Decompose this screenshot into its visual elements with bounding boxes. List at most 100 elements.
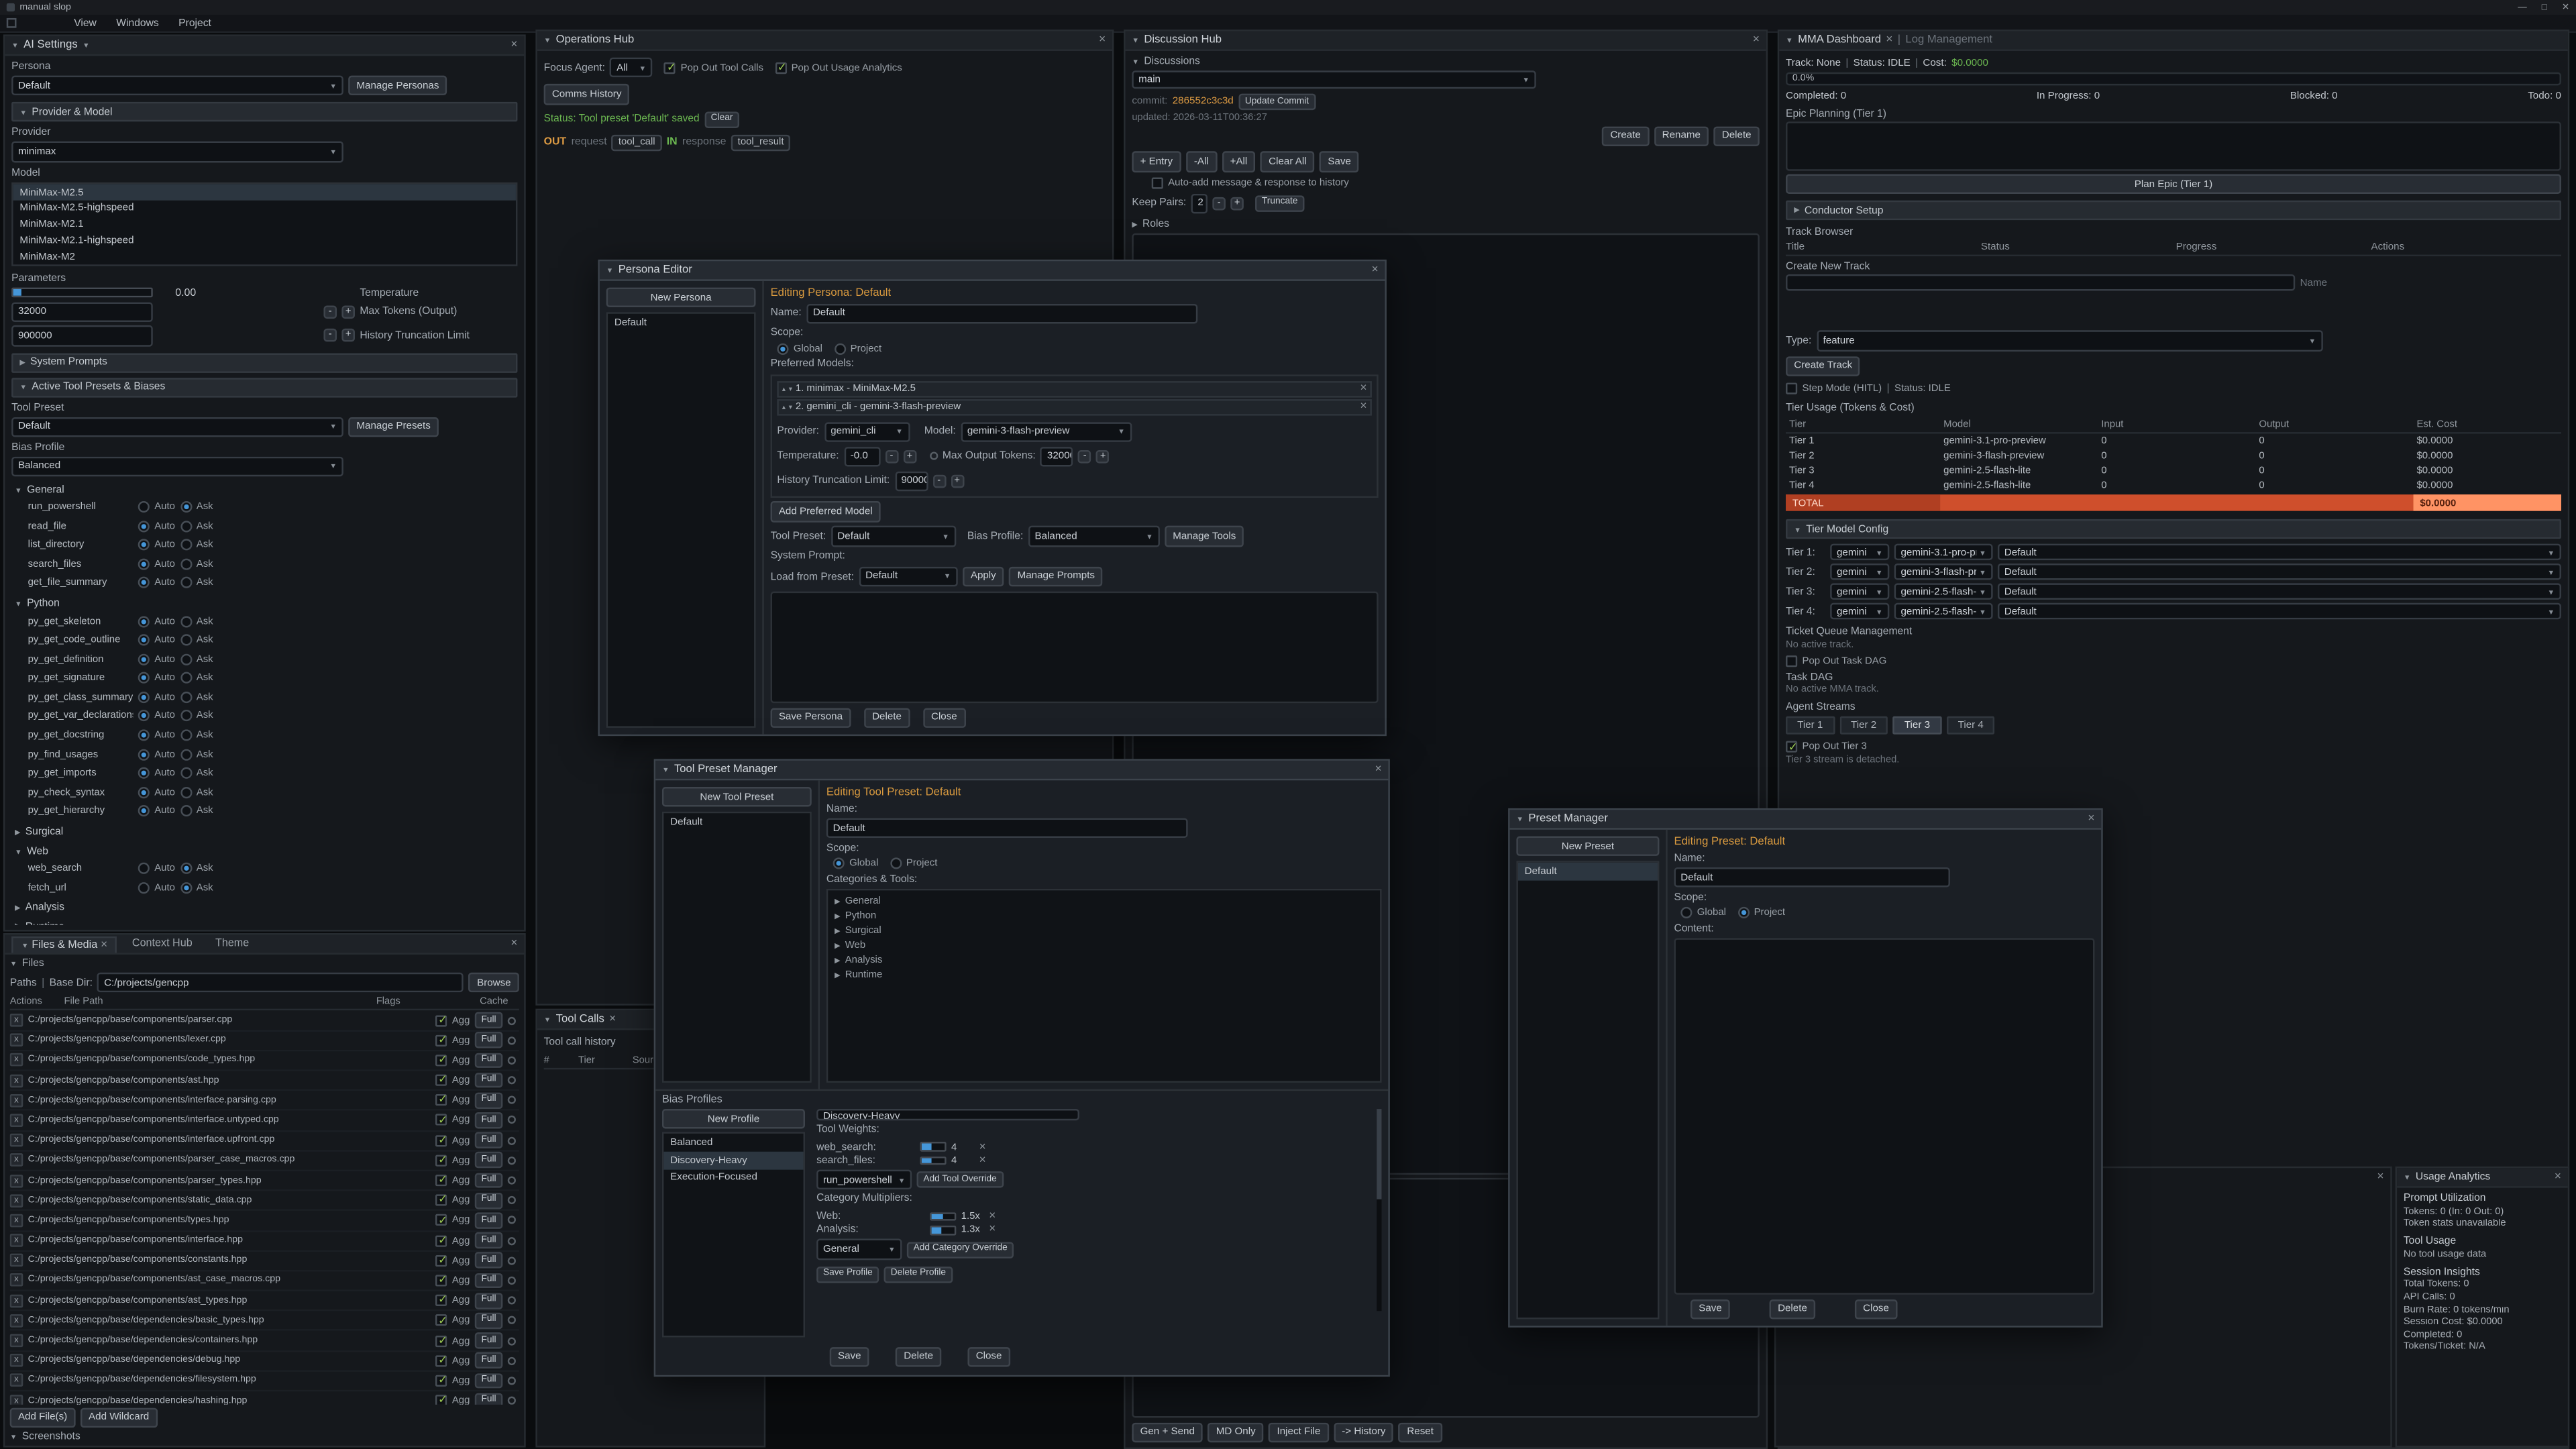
decrement-button[interactable]: - [1212, 197, 1226, 210]
persona-name-input[interactable]: Default [806, 303, 1197, 323]
category-node[interactable]: ▶Analysis [831, 953, 1377, 968]
button-md-only[interactable]: MD Only [1208, 1422, 1263, 1442]
system-prompt-textarea[interactable] [771, 591, 1379, 703]
save-profile-button[interactable]: Save Profile [816, 1267, 879, 1283]
operations-hub-header[interactable]: ▼ Operations Hub × [537, 32, 1112, 51]
keep-pairs-input[interactable]: 2 [1191, 193, 1208, 213]
manage-tools-button[interactable]: Manage Tools [1165, 527, 1244, 547]
scrollbar-thumb[interactable] [1376, 1109, 1382, 1199]
agg-checkbox[interactable] [435, 1254, 447, 1266]
agg-checkbox[interactable] [435, 1014, 447, 1026]
ask-radio[interactable] [180, 653, 191, 665]
pop-out-tier3-checkbox[interactable] [1786, 741, 1797, 753]
menu-windows[interactable]: Windows [108, 15, 167, 30]
tab-mma-dashboard[interactable]: MMA Dashboard [1798, 34, 1881, 46]
category-node[interactable]: ▶Runtime [831, 969, 1377, 983]
add-files-button[interactable]: Add File(s) [10, 1407, 76, 1428]
create-discussion-button[interactable]: Create [1602, 126, 1649, 146]
max-tokens-toggle-icon[interactable] [929, 452, 937, 460]
close-icon[interactable]: × [511, 40, 517, 51]
profile-option[interactable]: Balanced [663, 1134, 803, 1152]
decrement-button[interactable]: - [932, 474, 946, 488]
button-reset[interactable]: Reset [1399, 1422, 1442, 1442]
auto-radio[interactable] [138, 787, 150, 798]
model-select[interactable]: gemini-3-flash-preview ▼ [961, 421, 1132, 441]
tool-preset-option[interactable]: Default [663, 814, 810, 831]
max-tokens-input[interactable]: 32000 [11, 302, 153, 322]
move-down-icon[interactable]: ▾ [789, 403, 792, 411]
ask-radio[interactable] [180, 767, 191, 779]
tier-model-select[interactable]: gemini-2.5-flash-lite▼ [1894, 604, 1993, 620]
full-button[interactable]: Full [475, 1232, 503, 1248]
track-type-select[interactable]: feature ▼ [1817, 331, 2322, 351]
full-button[interactable]: Full [475, 1132, 503, 1148]
close-icon[interactable]: × [1886, 34, 1892, 46]
remove-file-button[interactable]: x [10, 1274, 23, 1287]
browse-button[interactable]: Browse [469, 973, 519, 993]
remove-file-button[interactable]: x [10, 1354, 23, 1367]
remove-file-button[interactable]: x [10, 1014, 23, 1027]
apply-button[interactable]: Apply [963, 566, 1004, 586]
profile-option[interactable]: Discovery-Heavy [663, 1152, 803, 1169]
focus-agent-select[interactable]: All ▼ [610, 58, 653, 78]
auto-radio[interactable] [138, 635, 150, 646]
tab-log-management[interactable]: Log Management [1905, 34, 1992, 46]
close-icon[interactable]: × [2377, 1171, 2383, 1183]
provider-select[interactable]: gemini_cli ▼ [824, 421, 909, 441]
close-icon[interactable]: × [2555, 1171, 2561, 1183]
maximize-icon[interactable]: □ [2542, 3, 2547, 13]
remove-file-button[interactable]: x [10, 1174, 23, 1187]
increment-button[interactable]: + [341, 305, 355, 319]
bias-profile-select[interactable]: Balanced ▼ [1028, 527, 1160, 547]
conductor-setup-section-header[interactable]: ▶ Conductor Setup [1786, 201, 2561, 221]
add-category-override-button[interactable]: Add Category Override [907, 1242, 1014, 1258]
stream-tab-tier-4[interactable]: Tier 4 [1947, 717, 1995, 735]
move-down-icon[interactable]: ▾ [789, 385, 792, 393]
auto-radio[interactable] [138, 558, 150, 570]
override-slider[interactable] [920, 1156, 946, 1165]
auto-radio[interactable] [138, 881, 150, 893]
ask-radio[interactable] [180, 520, 191, 531]
auto-radio[interactable] [138, 863, 150, 874]
rename-discussion-button[interactable]: Rename [1654, 126, 1709, 146]
usage-analytics-header[interactable]: ▼ Usage Analytics × [2397, 1168, 2568, 1187]
preset-manager-header[interactable]: ▼ Preset Manager × [1510, 810, 2102, 829]
remove-file-button[interactable]: x [10, 1214, 23, 1228]
truncate-button[interactable]: Truncate [1255, 195, 1304, 211]
agg-checkbox[interactable] [435, 1034, 447, 1046]
agg-checkbox[interactable] [435, 1315, 447, 1326]
ask-radio[interactable] [180, 730, 191, 741]
full-button[interactable]: Full [475, 1073, 503, 1089]
tool-group-header[interactable]: ▼Python [11, 597, 517, 612]
close-button[interactable]: Close [1855, 1299, 1897, 1319]
model-option[interactable]: MiniMax-M2.5-highspeed [13, 200, 516, 216]
tier-model-select[interactable]: gemini-3-flash-preview▼ [1894, 564, 1993, 580]
remove-override-icon[interactable]: × [989, 1211, 996, 1222]
full-button[interactable]: Full [475, 1032, 503, 1049]
full-button[interactable]: Full [475, 1293, 503, 1309]
agg-checkbox[interactable] [435, 1115, 447, 1126]
delete-discussion-button[interactable]: Delete [1714, 126, 1760, 146]
auto-radio[interactable] [138, 672, 150, 684]
content-textarea[interactable] [1674, 938, 2095, 1295]
tier-model-select[interactable]: gemini-2.5-flash-lite▼ [1894, 584, 1993, 600]
bias-profile-select[interactable]: Balanced ▼ [11, 457, 343, 477]
ask-radio[interactable] [180, 863, 191, 874]
ask-radio[interactable] [180, 501, 191, 513]
profile-option[interactable]: Execution-Focused [663, 1169, 803, 1187]
persona-select[interactable]: Default ▼ [11, 76, 343, 96]
button-all[interactable]: +All [1222, 152, 1255, 172]
agg-checkbox[interactable] [435, 1155, 447, 1166]
provider-select[interactable]: minimax ▼ [11, 142, 343, 162]
remove-file-button[interactable]: x [10, 1394, 23, 1404]
save-persona-button[interactable]: Save Persona [771, 707, 851, 727]
ask-radio[interactable] [180, 672, 191, 684]
load-preset-select[interactable]: Default ▼ [859, 566, 957, 586]
save-button[interactable]: Save [1690, 1299, 1730, 1319]
tier-preset-select[interactable]: Default▼ [1998, 564, 2561, 580]
close-icon[interactable]: × [511, 938, 517, 949]
persona-editor-header[interactable]: ▼ Persona Editor × [600, 261, 1385, 280]
full-button[interactable]: Full [475, 1012, 503, 1028]
agg-checkbox[interactable] [435, 1395, 447, 1403]
ask-radio[interactable] [180, 787, 191, 798]
